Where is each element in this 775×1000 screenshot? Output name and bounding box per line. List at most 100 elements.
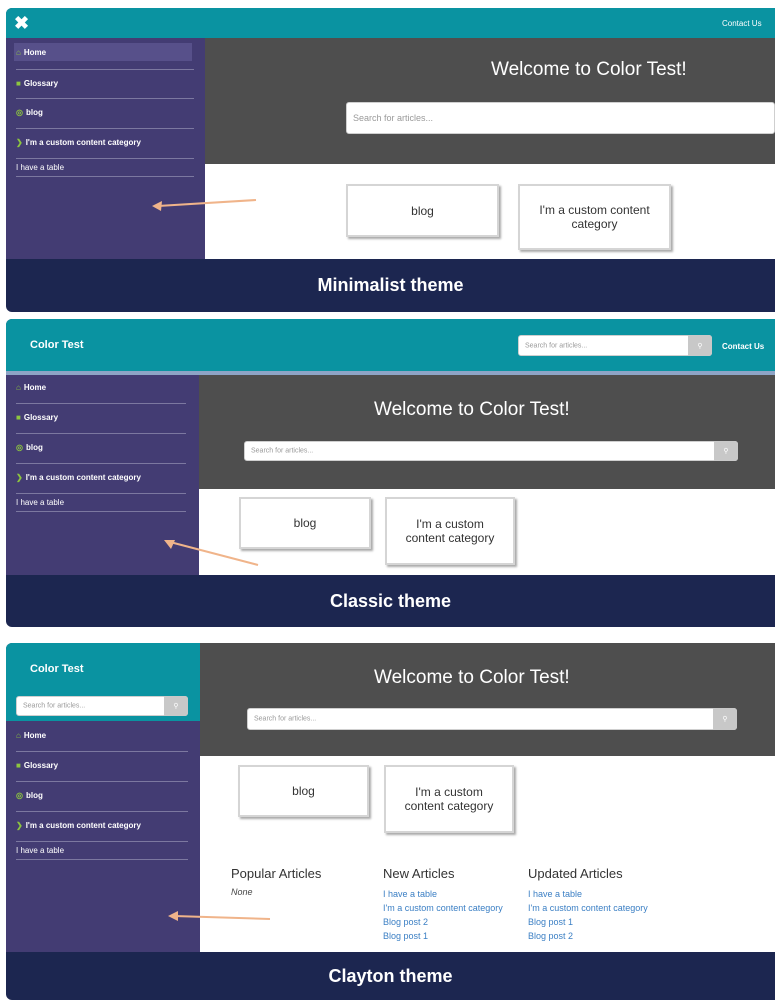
nav-item-table[interactable]: I have a table (16, 163, 64, 172)
content-area: blog I'm a custom content category (199, 489, 775, 575)
search-input[interactable]: Search for articles... ⚲ (244, 441, 738, 461)
search-placeholder: Search for articles... (23, 702, 86, 710)
new-articles-heading: New Articles (383, 866, 455, 881)
hero: Welcome to Color Test! Search for articl… (205, 38, 775, 164)
search-button[interactable]: ⚲ (713, 708, 737, 730)
article-link[interactable]: I'm a custom content category (528, 901, 648, 915)
search-button[interactable]: ⚲ (688, 335, 712, 356)
new-articles: New Articles I have a table I'm a custom… (383, 866, 503, 943)
search-placeholder: Search for articles... (353, 113, 434, 123)
nav-item-glossary[interactable]: ■ Glossary (16, 413, 58, 422)
updated-articles-heading: Updated Articles (528, 866, 623, 881)
nav-item-blog[interactable]: ◎ blog (16, 443, 43, 452)
nav-item-table[interactable]: I have a table (16, 498, 64, 507)
nav-item-glossary[interactable]: ■ Glossary (16, 79, 58, 88)
search-icon: ⚲ (723, 448, 729, 455)
article-link[interactable]: Blog post 1 (528, 915, 648, 929)
welcome-title: Welcome to Color Test! (374, 667, 570, 688)
search-button[interactable]: ⚲ (714, 441, 738, 461)
article-link[interactable]: Blog post 1 (383, 929, 503, 943)
clayton-panel: Color Test Search for articles... ⚲ ⌂ Hom… (6, 643, 775, 1000)
chat-bubble-icon: ◎ (16, 791, 23, 800)
card-custom[interactable]: I'm a custom content category (518, 184, 671, 250)
divider (16, 781, 188, 782)
chevron-right-icon: ❯ (16, 138, 23, 147)
search-input[interactable]: Search for articles... ⚲ (16, 696, 188, 716)
top-bar: Color Test Search for articles... ⚲ Cont… (6, 319, 775, 371)
nav-item-table[interactable]: I have a table (16, 846, 64, 855)
annotation-arrow (164, 540, 259, 566)
divider (16, 751, 188, 752)
search-input[interactable]: Search for articles... ⚲ (247, 708, 737, 730)
close-icon[interactable]: ✖ (14, 13, 29, 34)
search-icon: ⚲ (722, 716, 728, 723)
search-input[interactable]: Search for articles... (346, 102, 775, 134)
brand-title: Color Test (30, 663, 84, 675)
home-icon: ⌂ (16, 731, 21, 740)
nav-item-home[interactable]: ⌂ Home (16, 383, 46, 392)
welcome-title: Welcome to Color Test! (491, 59, 687, 80)
content-area: blog I'm a custom content category (205, 164, 775, 259)
hero: Welcome to Color Test! Search for articl… (200, 643, 775, 756)
divider (16, 69, 194, 70)
divider (16, 811, 188, 812)
home-icon: ⌂ (16, 383, 21, 392)
search-button[interactable]: ⚲ (164, 696, 188, 716)
chat-bubble-icon: ◎ (16, 108, 23, 117)
popular-articles: Popular Articles None (231, 866, 321, 897)
divider (16, 98, 194, 99)
content-area: blog I'm a custom content category Popul… (200, 756, 775, 952)
annotation-arrow (168, 911, 271, 921)
search-icon: ⚲ (173, 703, 179, 710)
search-placeholder: Search for articles... (254, 715, 317, 723)
search-input[interactable]: Search for articles... ⚲ (518, 335, 712, 356)
divider (16, 403, 186, 404)
contact-us-link[interactable]: Contact Us (722, 342, 764, 351)
minimalist-panel: ✖ Contact Us ⌂ Home ■ Glossary ◎ blog ❯ I'm … (6, 8, 775, 312)
book-icon: ■ (16, 413, 21, 422)
article-link[interactable]: Blog post 2 (383, 915, 503, 929)
welcome-title: Welcome to Color Test! (374, 399, 570, 420)
divider (16, 511, 186, 512)
divider (16, 158, 194, 159)
article-link[interactable]: Blog post 2 (528, 929, 648, 943)
theme-banner: Minimalist theme (317, 275, 464, 295)
card-custom[interactable]: I'm a custom content category (384, 765, 514, 833)
nav-item-custom[interactable]: ❯ I'm a custom content category (16, 473, 141, 482)
nav-item-home[interactable]: ⌂ Home (16, 731, 46, 740)
card-blog[interactable]: blog (346, 184, 499, 237)
divider (16, 176, 194, 177)
home-icon: ⌂ (16, 48, 21, 57)
chat-bubble-icon: ◎ (16, 443, 23, 452)
top-bar: ✖ Contact Us (6, 8, 775, 38)
card-custom[interactable]: I'm a custom content category (385, 497, 515, 565)
divider (16, 493, 186, 494)
search-placeholder: Search for articles... (525, 342, 588, 349)
nav-item-blog[interactable]: ◎ blog (16, 791, 43, 800)
card-blog[interactable]: blog (238, 765, 369, 817)
article-link[interactable]: I'm a custom content category (383, 901, 503, 915)
divider (16, 841, 188, 842)
divider (16, 128, 194, 129)
brand-title: Color Test (30, 339, 84, 351)
updated-articles: Updated Articles I have a table I'm a cu… (528, 866, 648, 943)
theme-banner: Clayton theme (328, 966, 453, 986)
chevron-right-icon: ❯ (16, 473, 23, 482)
nav-item-home[interactable]: ⌂ Home (16, 48, 46, 57)
theme-banner: Classic theme (329, 591, 452, 611)
hero: Welcome to Color Test! Search for articl… (199, 375, 775, 489)
annotation-arrow (152, 199, 257, 211)
nav-item-custom[interactable]: ❯ I'm a custom content category (16, 138, 141, 147)
contact-us-link[interactable]: Contact Us (722, 19, 762, 28)
article-link[interactable]: I have a table (528, 887, 648, 901)
nav-item-custom[interactable]: ❯ I'm a custom content category (16, 821, 141, 830)
divider (16, 859, 188, 860)
classic-panel: Color Test Search for articles... ⚲ Cont… (6, 319, 775, 627)
sidebar-header: Color Test Search for articles... ⚲ (6, 643, 200, 721)
nav-item-glossary[interactable]: ■ Glossary (16, 761, 58, 770)
nav-item-blog[interactable]: ◎ blog (16, 108, 43, 117)
divider (16, 463, 186, 464)
search-placeholder: Search for articles... (251, 447, 314, 455)
chevron-right-icon: ❯ (16, 821, 23, 830)
article-link[interactable]: I have a table (383, 887, 503, 901)
